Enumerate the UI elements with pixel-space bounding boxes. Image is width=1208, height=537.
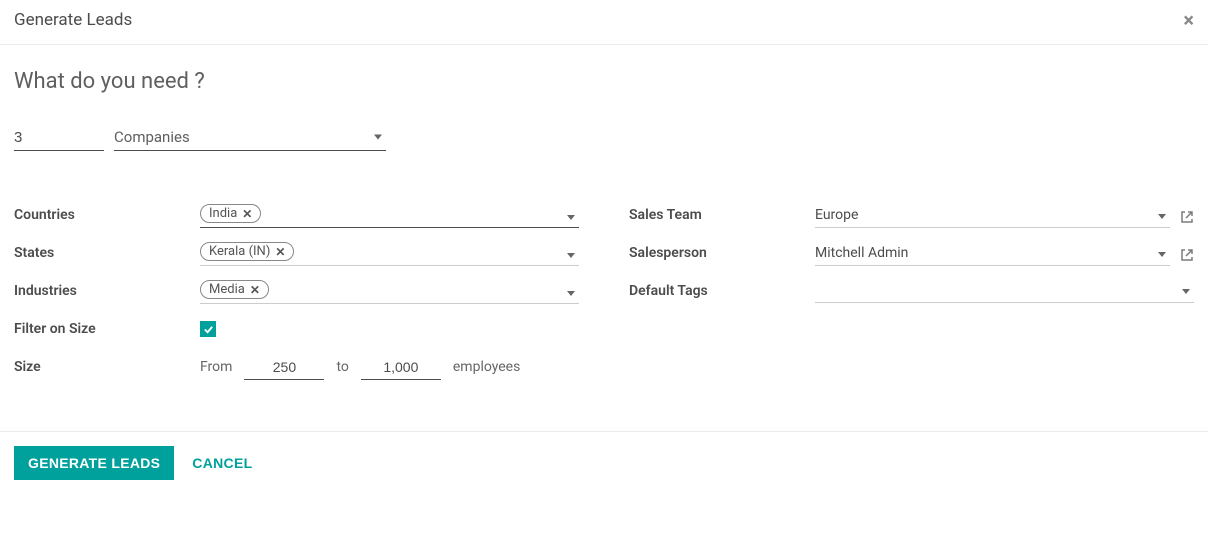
filter-size-label: Filter on Size (14, 321, 200, 337)
filter-size-row: Filter on Size (14, 315, 579, 343)
salesperson-value: Mitchell Admin (815, 245, 908, 261)
scope-select[interactable]: Companies (114, 124, 386, 151)
salesperson-field-wrapper: Mitchell Admin (815, 241, 1194, 266)
sales-team-label: Sales Team (629, 207, 815, 223)
form-grid: Countries India ✕ States (14, 201, 1194, 391)
chevron-down-icon[interactable] (567, 291, 575, 296)
chevron-down-icon (1182, 289, 1190, 294)
size-from-label: From (200, 359, 232, 375)
section-title: What do you need ? (14, 69, 1194, 94)
modal-footer: GENERATE LEADS CANCEL (0, 431, 1208, 494)
salesperson-select[interactable]: Mitchell Admin (815, 241, 1170, 266)
chevron-down-icon (1158, 214, 1166, 219)
salesperson-row: Salesperson Mitchell Admin (629, 239, 1194, 267)
salesperson-label: Salesperson (629, 245, 815, 261)
states-field[interactable]: Kerala (IN) ✕ (200, 240, 579, 266)
sales-team-field-wrapper: Europe (815, 203, 1194, 228)
size-label: Size (14, 359, 200, 375)
check-icon (203, 324, 214, 335)
generate-leads-button[interactable]: GENERATE LEADS (14, 446, 174, 480)
default-tags-field[interactable] (815, 279, 1194, 303)
industries-field[interactable]: Media ✕ (200, 278, 579, 304)
industries-label: Industries (14, 283, 200, 299)
sales-team-value: Europe (815, 207, 858, 223)
scope-select-value: Companies (114, 124, 386, 150)
lead-count-input[interactable] (14, 124, 104, 151)
chevron-down-icon (1158, 252, 1166, 257)
external-link-icon[interactable] (1180, 210, 1194, 228)
states-label: States (14, 245, 200, 261)
countries-field[interactable]: India ✕ (200, 202, 579, 228)
external-link-icon[interactable] (1180, 248, 1194, 266)
size-field: From to employees (200, 355, 579, 380)
state-tag-label: Kerala (IN) (209, 244, 270, 259)
modal-title: Generate Leads (14, 10, 132, 30)
states-row: States Kerala (IN) ✕ (14, 239, 579, 267)
right-column: Sales Team Europe Salesperson Mitchell A… (629, 201, 1194, 391)
chevron-down-icon[interactable] (567, 253, 575, 258)
sales-team-select[interactable]: Europe (815, 203, 1170, 228)
cancel-button[interactable]: CANCEL (192, 455, 252, 471)
close-icon[interactable]: ✕ (250, 283, 260, 297)
country-tag[interactable]: India ✕ (200, 204, 261, 223)
chevron-down-icon (374, 135, 382, 140)
industries-row: Industries Media ✕ (14, 277, 579, 305)
filter-size-checkbox[interactable] (200, 321, 216, 337)
modal-header: Generate Leads × (0, 0, 1208, 45)
chevron-down-icon[interactable] (567, 215, 575, 220)
modal-body: What do you need ? Companies Countries I… (0, 45, 1208, 431)
country-tag-label: India (209, 206, 237, 221)
size-to-input[interactable] (361, 355, 441, 380)
size-row: Size From to employees (14, 353, 579, 381)
size-unit-label: employees (453, 359, 520, 375)
size-from-input[interactable] (244, 355, 324, 380)
close-icon[interactable]: ✕ (275, 245, 285, 259)
default-tags-row: Default Tags (629, 277, 1194, 305)
close-icon[interactable]: ✕ (242, 207, 252, 221)
countries-label: Countries (14, 207, 200, 223)
filter-size-field (200, 321, 579, 337)
close-icon[interactable]: × (1183, 10, 1194, 30)
state-tag[interactable]: Kerala (IN) ✕ (200, 242, 294, 261)
industry-tag-label: Media (209, 282, 245, 297)
default-tags-label: Default Tags (629, 283, 815, 299)
industry-tag[interactable]: Media ✕ (200, 280, 269, 299)
sales-team-row: Sales Team Europe (629, 201, 1194, 229)
size-to-label: to (336, 359, 348, 375)
top-row: Companies (14, 124, 1194, 151)
left-column: Countries India ✕ States (14, 201, 579, 391)
countries-row: Countries India ✕ (14, 201, 579, 229)
